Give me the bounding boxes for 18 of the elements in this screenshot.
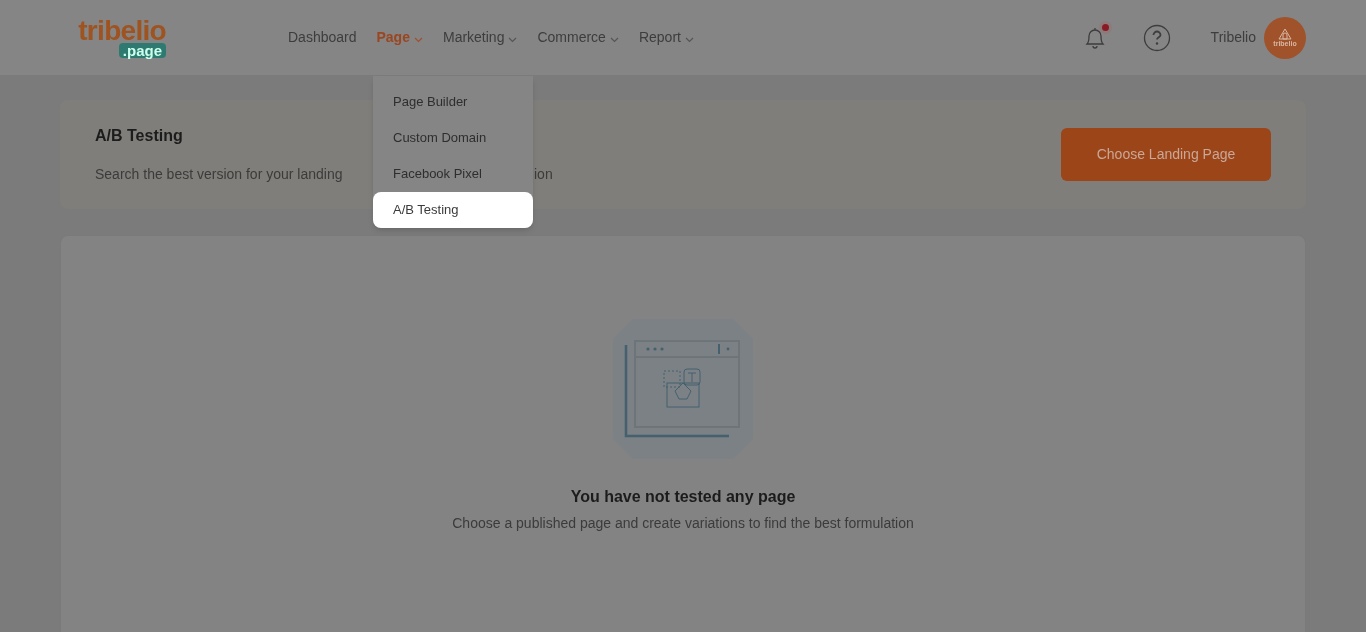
nav-link[interactable]: Report [638,27,694,48]
page-subtitle: ion [534,165,553,184]
help-icon[interactable] [1142,23,1171,52]
nav-link[interactable]: Marketing [442,27,518,48]
empty-state-title: You have not tested any page [570,487,796,507]
nav-link[interactable]: Page [376,27,423,48]
page-subtitle: Search the best version for your landing [95,166,343,182]
menu-item[interactable]: Page Builder [373,84,533,120]
nav-link[interactable]: Commerce [537,27,619,48]
empty-state-message: Choose a published page and create variations to find the best formulation [452,514,914,533]
menu-item[interactable]: A/B Testing [373,192,533,228]
menu-item[interactable]: Facebook Pixel [373,156,533,192]
menu-item[interactable]: Custom Domain [373,120,533,156]
nav-link[interactable]: Dashboard [288,27,357,48]
page-title: A/B Testing [95,126,183,146]
user-name[interactable]: Tribelio [1210,27,1256,48]
logo[interactable]: tribelio .page [60,17,166,58]
choose-landing-page-button[interactable]: Choose Landing Page [1061,128,1271,181]
